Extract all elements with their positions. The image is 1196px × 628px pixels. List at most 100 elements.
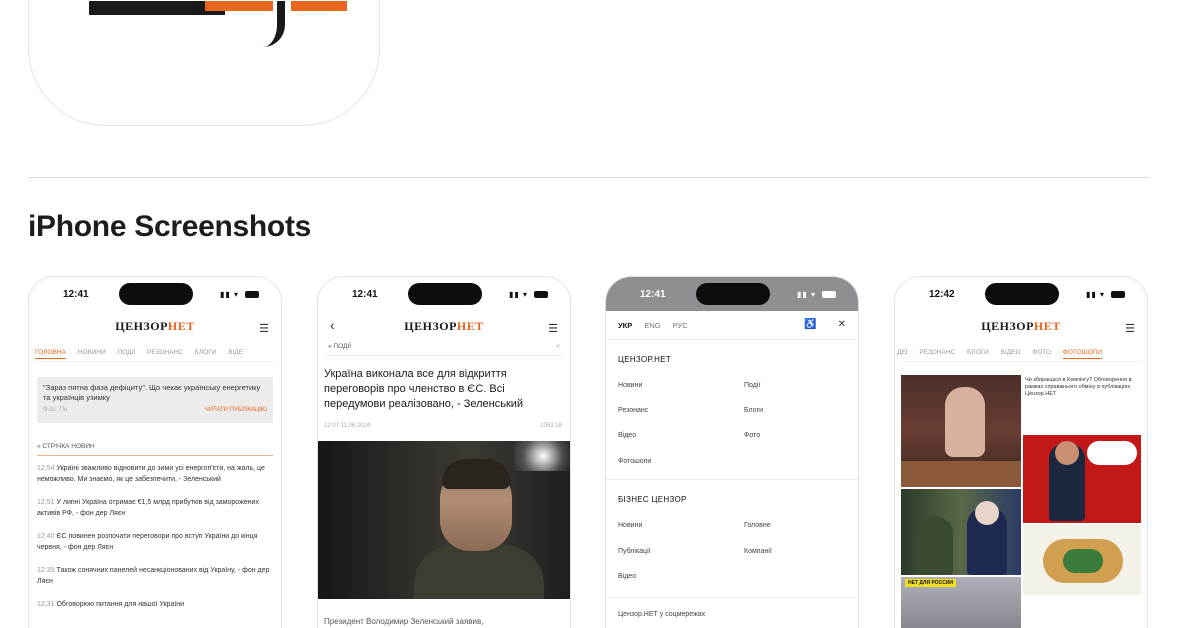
- menu-item: Резонанс: [618, 407, 649, 414]
- quote-text: "Зараз пятна фаза дефіциту". Що чекає ук…: [43, 383, 261, 402]
- photo-hair: [442, 459, 510, 489]
- tab-photoshops: ФОТОШОПИ: [1062, 349, 1103, 359]
- section-divider: [28, 177, 1150, 178]
- status-time: 12:41: [640, 289, 666, 300]
- tab-photo: ФОТО: [1032, 349, 1052, 356]
- tabs-divider: [35, 361, 275, 362]
- category-tabs: ГОЛОВНА НОВИНИ ПОДІЇ РЕЗОНАНС БЛОГИ ВІДЕ: [35, 349, 281, 359]
- menu-item: Фотошопи: [618, 458, 652, 465]
- news-feed: 12:54 Україні зважливо відновити до зими…: [37, 463, 273, 622]
- image-head: [1055, 441, 1079, 465]
- list-item: 12:31 Обговорюю питання для нашої Україн…: [37, 599, 273, 610]
- image-caricature: [1063, 549, 1103, 573]
- battery-icon: [245, 291, 259, 298]
- tab-events: ДЕЇ: [897, 349, 908, 356]
- tab-resonance: РЕЗОНАНС: [147, 349, 183, 356]
- screenshot-3[interactable]: 12:41 ▮▮ ▾ УКР ENG РУС ♿ ✕ ЦЕНЗОР.НЕТ Но…: [605, 276, 859, 628]
- breadcrumb-divider: [326, 355, 562, 356]
- site-logo: ЦЕНЗОРНЕТ: [895, 319, 1147, 334]
- photo-shirt: [414, 545, 544, 599]
- list-item: 12:40 ЄС повинен розпочати переговори пр…: [37, 531, 273, 553]
- status-time: 12:42: [929, 289, 955, 300]
- item-time: 12:54: [37, 465, 55, 472]
- menu-item: Відео: [618, 573, 637, 580]
- article-date: 12:07 11.06.2024: [324, 423, 371, 429]
- category-tabs: ДЕЇ РЕЗОНАНС БЛОГИ ВІДЕО ФОТО ФОТОШОПИ: [897, 349, 1147, 359]
- language-switcher: УКР ENG РУС: [618, 321, 698, 330]
- menu-divider: [606, 479, 858, 480]
- feed-heading: » СТРІЧКА НОВИН: [37, 443, 95, 450]
- poster-label: НЕТ ДЛЯ РОССИИ: [905, 579, 957, 587]
- menu-group-title: БІЗНЕС ЦЕНЗОР: [618, 495, 687, 504]
- photoshop-image: [1023, 525, 1141, 595]
- status-time: 12:41: [352, 289, 378, 300]
- menu-item: Новини: [618, 382, 643, 389]
- photoshop-image: НЕТ ДЛЯ РОССИИ: [901, 577, 1021, 628]
- signal-icon: ▮▮ ▾: [219, 290, 239, 299]
- article-photo: [318, 441, 570, 599]
- breadcrumb-text: » ПОДІЇ: [328, 343, 352, 350]
- screenshot-2[interactable]: 12:41 ▮▮ ▾ ‹ ЦЕНЗОРНЕТ ☰ » ПОДІЇ < Украї…: [317, 276, 571, 628]
- menu-item: Публікації: [618, 548, 651, 555]
- battery-icon: [1111, 291, 1125, 298]
- item-text: Також сонячних панелей несанкціонованих …: [37, 567, 270, 585]
- menu-item: Події: [744, 382, 761, 389]
- tab-video: ВІДЕ: [228, 349, 244, 356]
- photoshop-image: [1023, 435, 1141, 523]
- screenshot-1[interactable]: 12:41 ▮▮ ▾ ЦЕНЗОРНЕТ ☰ ГОЛОВНА НОВИНИ ПО…: [28, 276, 282, 628]
- menu-divider: [606, 597, 858, 598]
- logo-part-1: ЦЕНЗОР: [404, 319, 457, 333]
- section-title: iPhone Screenshots: [28, 210, 312, 243]
- list-item: 12:35 Також сонячних панелей несанкціоно…: [37, 565, 273, 587]
- screenshot-4[interactable]: 12:42 ▮▮ ▾ ЦЕНЗОРНЕТ ☰ ДЕЇ РЕЗОНАНС БЛОГ…: [894, 276, 1148, 628]
- signal-icon: ▮▮ ▾: [796, 290, 816, 299]
- item-text: У липні Україна отримає €1,5 млрд прибут…: [37, 499, 259, 517]
- lang-eng: ENG: [644, 321, 661, 330]
- list-item: 12:54 Україні зважливо відновити до зими…: [37, 463, 273, 485]
- menu-item: Блоги: [744, 407, 764, 414]
- status-bar: 12:41 ▮▮ ▾: [606, 283, 858, 305]
- breadcrumb: » ПОДІЇ <: [328, 343, 560, 350]
- app-icon: [28, 0, 380, 126]
- logo-part-2: НЕТ: [456, 319, 484, 333]
- tab-news: НОВИНИ: [77, 349, 106, 356]
- tab-blogs: БЛОГИ: [967, 349, 989, 356]
- logo-part-1: ЦЕНЗОР: [115, 319, 168, 333]
- article-meta: 12:07 11.06.2024 1053 18: [324, 423, 562, 429]
- item-time: 12:35: [37, 567, 55, 574]
- tab-blogs: БЛОГИ: [194, 349, 217, 356]
- item-text: Україні зважливо відновити до зими усі е…: [37, 465, 265, 483]
- signal-icon: ▮▮ ▾: [508, 290, 528, 299]
- lang-rus: РУС: [672, 321, 688, 330]
- status-bar: 12:41 ▮▮ ▾: [29, 283, 281, 305]
- image-head: [975, 501, 999, 525]
- menu-group-title: ЦЕНЗОР.НЕТ: [618, 355, 672, 364]
- item-time: 12:31: [37, 601, 55, 608]
- quote-link: ЧИТАТИ ПУБЛІКАЦІЮ: [204, 407, 267, 413]
- article-caption: Президент Володимир Зеленський заявив,: [324, 617, 484, 626]
- menu-actions: ♿ ✕: [786, 319, 846, 330]
- dynamic-island: [119, 283, 193, 305]
- tab-video: ВІДЕО: [1000, 349, 1021, 356]
- share-icon: <: [556, 343, 560, 350]
- site-logo: ЦЕНЗОРНЕТ: [29, 319, 281, 334]
- dynamic-island: [408, 283, 482, 305]
- quote-meta: Ф.Ш., Пн ЧИТАТИ ПУБЛІКАЦІЮ: [43, 405, 267, 415]
- logo-orange-left-icon: [205, 1, 273, 11]
- item-text: Обговорюю питання для нашої України: [56, 601, 185, 608]
- social-link: Цензор.НЕТ у соцмережах: [618, 611, 706, 618]
- tab-events: ПОДІЇ: [117, 349, 136, 356]
- status-bar: 12:41 ▮▮ ▾: [318, 283, 570, 305]
- speech-bubble-icon: [1087, 441, 1137, 465]
- menu-item: Головне: [744, 522, 771, 529]
- tab-resonance: РЕЗОНАНС: [919, 349, 956, 356]
- battery-icon: [822, 291, 836, 298]
- menu-icon: ☰: [548, 323, 558, 335]
- battery-icon: [534, 291, 548, 298]
- menu-item: Відео: [618, 432, 637, 439]
- lang-ukr: УКР: [618, 321, 633, 330]
- status-bar: 12:42 ▮▮ ▾: [895, 283, 1147, 305]
- photoshop-image: [901, 375, 1021, 487]
- logo-orange-right-icon: [291, 1, 347, 11]
- signal-icon: ▮▮ ▾: [1085, 290, 1105, 299]
